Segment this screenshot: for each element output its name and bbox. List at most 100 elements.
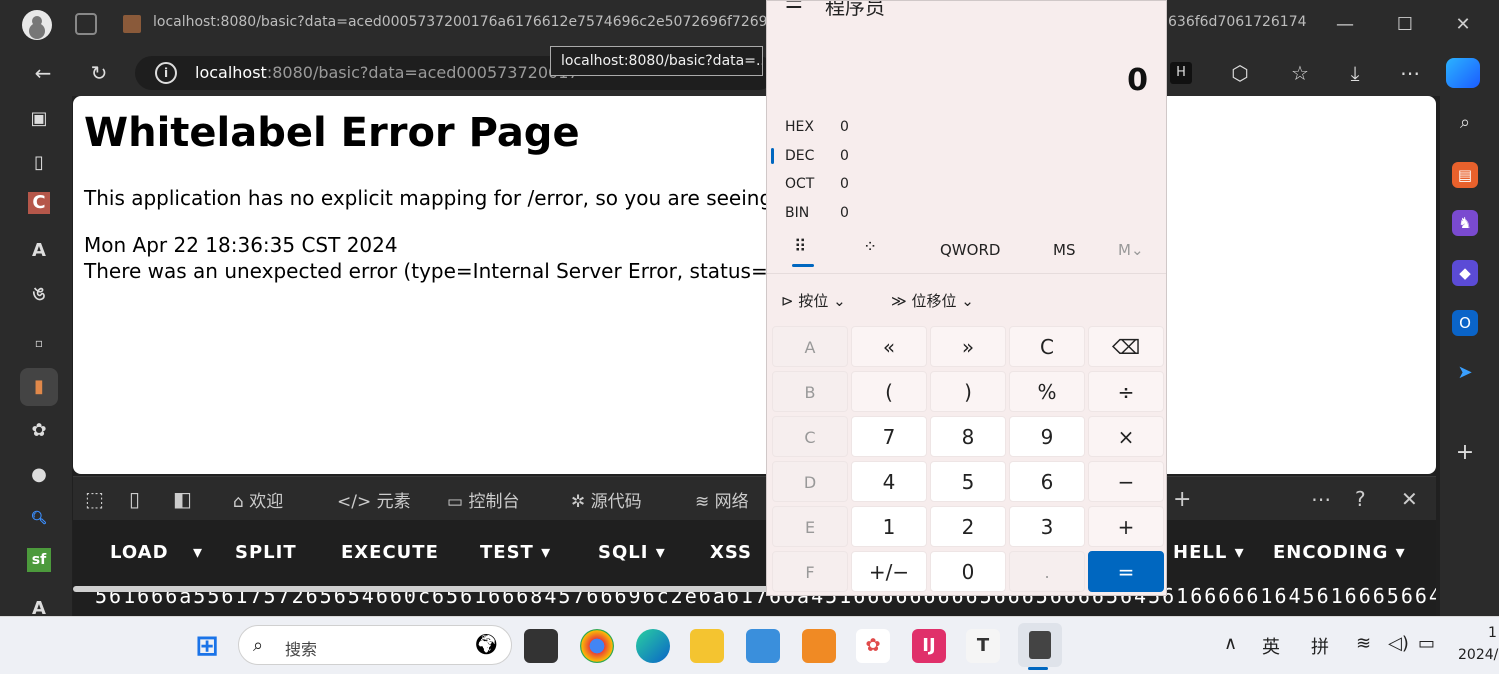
extensions-icon[interactable]: ⬡ — [1225, 58, 1255, 88]
inspect-icon[interactable]: ⬚ — [85, 487, 104, 511]
key-multiply[interactable]: × — [1088, 416, 1164, 457]
help-icon[interactable]: ? — [1355, 487, 1366, 511]
key-shift-right[interactable]: » — [930, 326, 1006, 367]
load-menu-icon[interactable]: ▾ — [193, 542, 203, 563]
close-devtools-icon[interactable]: ✕ — [1401, 487, 1418, 511]
app-a-icon[interactable]: A — [24, 236, 54, 266]
task-view-icon[interactable] — [524, 629, 558, 663]
chatgpt-icon[interactable]: ✿ — [24, 416, 54, 446]
xss-menu[interactable]: XSS — [710, 542, 752, 563]
copilot-icon[interactable] — [1446, 58, 1480, 88]
sf-icon[interactable]: sf — [27, 548, 51, 572]
tab-list-icon[interactable]: ▣ — [24, 104, 54, 134]
chrome-icon[interactable] — [580, 629, 614, 663]
app-flower-icon[interactable]: ✿ — [856, 629, 890, 663]
shell-menu[interactable]: HELL ▾ — [1173, 542, 1245, 563]
tab-elements[interactable]: </> 元素 — [337, 487, 411, 512]
key-e[interactable]: E — [772, 506, 848, 547]
hackbar-extension-icon[interactable]: H — [1170, 62, 1192, 84]
ime-language[interactable]: 英 — [1262, 633, 1280, 659]
key-9[interactable]: 9 — [1009, 416, 1085, 457]
key-add[interactable]: + — [1088, 506, 1164, 547]
favorites-icon[interactable]: ☆ — [1285, 58, 1315, 88]
battery-icon[interactable]: ▭ — [1418, 633, 1435, 654]
volume-icon[interactable]: ◁) — [1388, 633, 1409, 654]
address-url[interactable]: localhost:8080/basic?data=aced0005737200… — [195, 63, 579, 82]
edge-icon[interactable] — [636, 629, 670, 663]
key-equals[interactable]: = — [1088, 551, 1164, 592]
hackbar-url-field[interactable]: 561666a5561757265654660c6561666845766696… — [73, 586, 1436, 616]
close-window-icon[interactable]: ✕ — [1448, 10, 1478, 40]
key-1[interactable]: 1 — [851, 506, 927, 547]
key-8[interactable]: 8 — [930, 416, 1006, 457]
tab-welcome[interactable]: ⌂ 欢迎 — [233, 487, 283, 512]
sqli-menu[interactable]: SQLI ▾ — [598, 542, 666, 563]
key-4[interactable]: 4 — [851, 461, 927, 502]
tab-sources[interactable]: ✲ 源代码 — [571, 487, 642, 512]
key-clear[interactable]: C — [1009, 326, 1085, 367]
sidebar-send-icon[interactable]: ➤ — [1452, 360, 1478, 386]
key-3[interactable]: 3 — [1009, 506, 1085, 547]
sidebar-search-icon[interactable]: ⌕ — [1452, 110, 1478, 136]
radix-oct[interactable]: OCT 0 — [785, 176, 849, 192]
key-a[interactable]: A — [772, 326, 848, 367]
clock-time[interactable]: 1 — [1488, 625, 1497, 641]
key-close-paren[interactable]: ) — [930, 371, 1006, 412]
minimize-icon[interactable]: — — [1330, 10, 1360, 40]
full-keypad-icon[interactable]: ⠿ — [794, 237, 806, 257]
device-emulation-icon[interactable]: ▯ — [129, 487, 140, 511]
key-open-paren[interactable]: ( — [851, 371, 927, 412]
key-negate[interactable]: +/− — [851, 551, 927, 592]
radix-bin[interactable]: BIN 0 — [785, 205, 849, 221]
intellij-icon[interactable]: IJ — [912, 629, 946, 663]
bitshift-menu[interactable]: ≫ 位移位 ⌄ — [891, 290, 974, 311]
radix-hex[interactable]: HEX 0 — [785, 119, 849, 135]
tab-console[interactable]: ▭ 控制台 — [447, 487, 519, 512]
file-explorer-icon[interactable] — [690, 629, 724, 663]
more-menu-icon[interactable]: ⋯ — [1395, 58, 1425, 88]
key-2[interactable]: 2 — [930, 506, 1006, 547]
calc-menu-icon[interactable]: ☰ — [785, 1, 803, 13]
key-5[interactable]: 5 — [930, 461, 1006, 502]
typora-icon[interactable]: T — [966, 629, 1000, 663]
app-orange-icon[interactable] — [802, 629, 836, 663]
app-c-icon[interactable]: C — [28, 192, 50, 214]
execute-button[interactable]: EXECUTE — [341, 542, 439, 563]
sidebar-copilot-icon[interactable]: ◆ — [1452, 260, 1478, 286]
tab-actions-icon[interactable] — [75, 13, 97, 35]
key-f[interactable]: F — [772, 551, 848, 592]
encoding-menu[interactable]: ENCODING ▾ — [1273, 542, 1406, 563]
memory-list-button[interactable]: M⌄ — [1118, 241, 1144, 259]
sidebar-add-icon[interactable]: + — [1452, 440, 1478, 466]
sidebar-games-icon[interactable]: ♞ — [1452, 210, 1478, 236]
horizontal-scrollbar[interactable] — [73, 586, 773, 592]
key-modulo[interactable]: % — [1009, 371, 1085, 412]
back-icon[interactable]: ← — [28, 58, 58, 88]
page-icon[interactable]: ▯ — [24, 148, 54, 178]
github-icon[interactable]: ● — [24, 460, 54, 490]
profile-avatar[interactable] — [22, 10, 52, 40]
key-subtract[interactable]: − — [1088, 461, 1164, 502]
site-info-icon[interactable]: i — [155, 62, 177, 84]
app-script-icon[interactable]: ঙ — [24, 280, 54, 310]
calculator-taskbar-icon[interactable] — [1018, 623, 1062, 667]
sidebar-outlook-icon[interactable]: O — [1452, 310, 1478, 336]
test-menu[interactable]: TEST ▾ — [480, 542, 551, 563]
memory-store-button[interactable]: MS — [1053, 241, 1075, 259]
key-7[interactable]: 7 — [851, 416, 927, 457]
key-b[interactable]: B — [772, 371, 848, 412]
clock-date[interactable]: 2024/4 — [1458, 647, 1499, 663]
key-6[interactable]: 6 — [1009, 461, 1085, 502]
notepad-icon[interactable] — [746, 629, 780, 663]
app-small-icon[interactable]: ▫ — [24, 328, 54, 358]
devtools-more-icon[interactable]: ⋯ — [1311, 487, 1331, 511]
ime-mode[interactable]: 拼 — [1311, 633, 1329, 659]
tray-overflow-icon[interactable]: ∧ — [1224, 633, 1237, 654]
maximize-icon[interactable]: ☐ — [1390, 10, 1420, 40]
key-c[interactable]: C — [772, 416, 848, 457]
radix-dec[interactable]: DEC 0 — [785, 148, 849, 164]
downloads-icon[interactable]: ⤓ — [1340, 58, 1370, 88]
key-backspace[interactable]: ⌫ — [1088, 326, 1164, 367]
key-0[interactable]: 0 — [930, 551, 1006, 592]
key-d[interactable]: D — [772, 461, 848, 502]
